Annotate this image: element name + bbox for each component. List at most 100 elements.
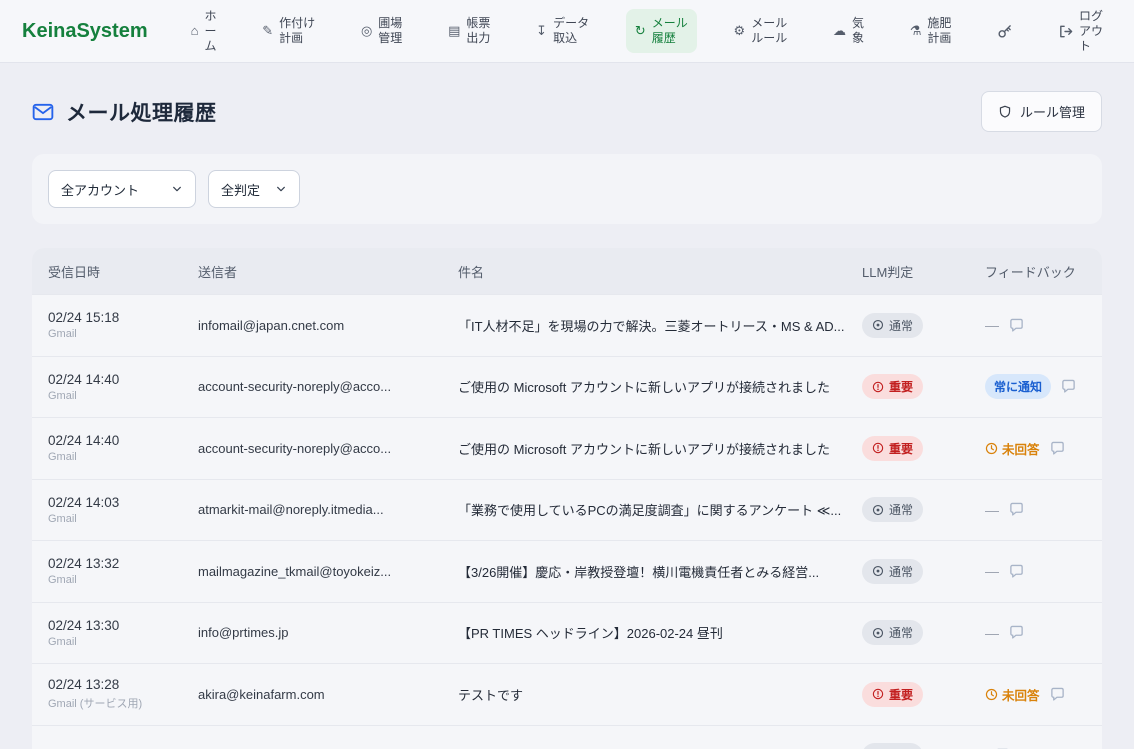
- feedback-badge[interactable]: 常に通知: [985, 374, 1051, 399]
- judgment-cell: 通常: [862, 620, 985, 645]
- nav-label-planting-plan: 作付け 計画: [279, 16, 315, 46]
- received-datetime: 02/24 14:40: [48, 433, 198, 448]
- judgment-badge: 重要: [862, 436, 923, 461]
- received-datetime: 02/24 14:40: [48, 372, 198, 387]
- account-label: Gmail: [48, 636, 198, 648]
- page-header: メール処理履歴 ルール管理: [32, 91, 1102, 132]
- table-row[interactable]: 02/24 14:03 Gmail atmarkit-mail@noreply.…: [32, 479, 1102, 541]
- sender-email: info@prtimes.jp: [198, 625, 458, 640]
- nav-item-logout[interactable]: ログ アウ ト: [1049, 2, 1112, 61]
- judgment-cell: 重要: [862, 682, 985, 707]
- nav-item-report-output[interactable]: ▤ 帳票 出力: [439, 9, 499, 53]
- judgment-badge: 通常: [862, 313, 923, 338]
- table-row[interactable]: 02/24 15:18 Gmail infomail@japan.cnet.co…: [32, 294, 1102, 356]
- judgment-badge: 通常: [862, 497, 923, 522]
- nav-item-weather[interactable]: ☁ 気 象: [824, 9, 873, 53]
- received-cell: 02/24 14:40 Gmail: [48, 433, 198, 463]
- sender-email: infomail@japan.cnet.com: [198, 318, 458, 333]
- judgment-cell: 重要: [862, 374, 985, 399]
- table-row[interactable]: 02/24 13:28 Gmail (サービス用) akira@keinafar…: [32, 663, 1102, 725]
- rule-manage-label: ルール管理: [1020, 102, 1085, 121]
- subject-text: 【PR TIMES ヘッドライン】2026-02-24 昼刊: [458, 623, 862, 642]
- subject-text: 「IT人材不足」を現場の力で解決。三菱オートリース・MS & AD...: [458, 316, 862, 335]
- nav-label-logout: ログ アウ ト: [1079, 9, 1103, 54]
- sender-email: mailmagazine_tkmail@toyokeiz...: [198, 564, 458, 579]
- nav-item-planting-plan[interactable]: ✎ 作付け 計画: [253, 9, 324, 53]
- comment-icon[interactable]: [1061, 379, 1076, 394]
- feedback-empty: —: [985, 502, 999, 518]
- nav-label-field-management: 圃場 管理: [378, 16, 402, 46]
- nav-item-mail-rules[interactable]: ⚙ メール ルール: [725, 9, 797, 53]
- nav-item-password[interactable]: [988, 17, 1021, 46]
- sender-email: atmarkit-mail@noreply.itmedia...: [198, 502, 458, 517]
- judgment-cell: 重要: [862, 436, 985, 461]
- comment-icon[interactable]: [1009, 502, 1024, 517]
- page-title: メール処理履歴: [66, 97, 217, 127]
- judgment-label: 通常: [889, 624, 913, 641]
- key-icon: [997, 24, 1012, 39]
- nav-label-home: ホ ー ム: [204, 9, 216, 54]
- feedback-cell: 未回答: [985, 439, 1102, 458]
- header-sender: 送信者: [198, 262, 458, 281]
- feedback-cell: 未回答: [985, 685, 1102, 704]
- alert-icon: [872, 381, 884, 393]
- nav-item-home[interactable]: ⌂ ホ ー ム: [182, 2, 226, 61]
- judgment-cell: 通常: [862, 559, 985, 584]
- clock-icon: [985, 442, 998, 455]
- judgment-cell: 通常: [862, 743, 985, 749]
- table-row[interactable]: 02/24 14:40 Gmail account-security-norep…: [32, 356, 1102, 418]
- received-cell: 02/24 13:32 Gmail: [48, 556, 198, 586]
- feedback-pending-label: 未回答: [1002, 685, 1040, 704]
- feedback-cell: —: [985, 502, 1102, 518]
- nav-item-data-import[interactable]: ↧ データ 取込: [527, 9, 598, 53]
- gear-icon: ⚙: [734, 23, 746, 39]
- shield-icon: [998, 105, 1012, 119]
- judgment-label: 通常: [889, 563, 913, 580]
- table-row[interactable]: 02/24 13:30 Gmail info@prtimes.jp 【PR TI…: [32, 602, 1102, 664]
- judgment-label: 重要: [889, 686, 913, 703]
- nav-item-fertilizer-plan[interactable]: ⚗ 施肥 計画: [901, 9, 961, 53]
- alert-icon: [872, 442, 884, 454]
- comment-icon[interactable]: [1009, 318, 1024, 333]
- received-cell: 02/24 13:28 Gmail (サービス用): [48, 677, 198, 711]
- rule-manage-button[interactable]: ルール管理: [981, 91, 1102, 132]
- nav-label-data-import: データ 取込: [553, 16, 589, 46]
- comment-icon[interactable]: [1050, 441, 1065, 456]
- import-icon: ↧: [536, 23, 547, 39]
- feedback-cell: —: [985, 317, 1102, 333]
- table-row[interactable]: 02/24 14:40 Gmail account-security-norep…: [32, 417, 1102, 479]
- document-icon: ▤: [448, 23, 460, 39]
- comment-icon[interactable]: [1009, 625, 1024, 640]
- received-cell: 02/24 15:18 Gmail: [48, 310, 198, 340]
- subject-text: テストです: [458, 685, 862, 704]
- pencil-icon: ✎: [262, 23, 273, 39]
- account-label: Gmail: [48, 328, 198, 340]
- feedback-empty: —: [985, 563, 999, 579]
- account-filter-select[interactable]: 全アカウント: [48, 170, 196, 208]
- table-row[interactable]: 02/24 12:10 digital@kochinews.in... 四万十福…: [32, 725, 1102, 749]
- main-content: メール処理履歴 ルール管理 全アカウント 全判定 受信日時 送信者 件名 LLM…: [0, 63, 1134, 749]
- target-icon: [872, 504, 884, 516]
- comment-icon[interactable]: [1009, 564, 1024, 579]
- mail-history-table: 受信日時 送信者 件名 LLM判定 フィードバック 02/24 15:18 Gm…: [32, 248, 1102, 749]
- chevron-down-icon: [171, 183, 183, 195]
- top-nav: KeinaSystem ⌂ ホ ー ム ✎ 作付け 計画 ◎ 圃場 管理 ▤ 帳…: [0, 0, 1134, 63]
- feedback-pending[interactable]: 未回答: [985, 439, 1040, 458]
- nav-item-mail-history[interactable]: ↻ メール 履歴: [626, 9, 697, 53]
- app-logo[interactable]: KeinaSystem: [22, 20, 148, 43]
- header-feedback: フィードバック: [985, 262, 1102, 281]
- main-nav: ⌂ ホ ー ム ✎ 作付け 計画 ◎ 圃場 管理 ▤ 帳票 出力 ↧ データ 取…: [182, 2, 1112, 61]
- target-icon: [872, 319, 884, 331]
- judgment-filter-select[interactable]: 全判定: [208, 170, 300, 208]
- feedback-pending[interactable]: 未回答: [985, 685, 1040, 704]
- nav-item-field-management[interactable]: ◎ 圃場 管理: [352, 9, 411, 53]
- header-llm-judgment: LLM判定: [862, 262, 985, 281]
- comment-icon[interactable]: [1050, 687, 1065, 702]
- flask-icon: ⚗: [910, 23, 922, 39]
- table-row[interactable]: 02/24 13:32 Gmail mailmagazine_tkmail@to…: [32, 540, 1102, 602]
- judgment-badge: 重要: [862, 682, 923, 707]
- received-datetime: 02/24 15:18: [48, 310, 198, 325]
- pin-icon: ◎: [361, 23, 372, 39]
- received-datetime: 02/24 14:03: [48, 495, 198, 510]
- account-filter-value: 全アカウント: [61, 180, 139, 199]
